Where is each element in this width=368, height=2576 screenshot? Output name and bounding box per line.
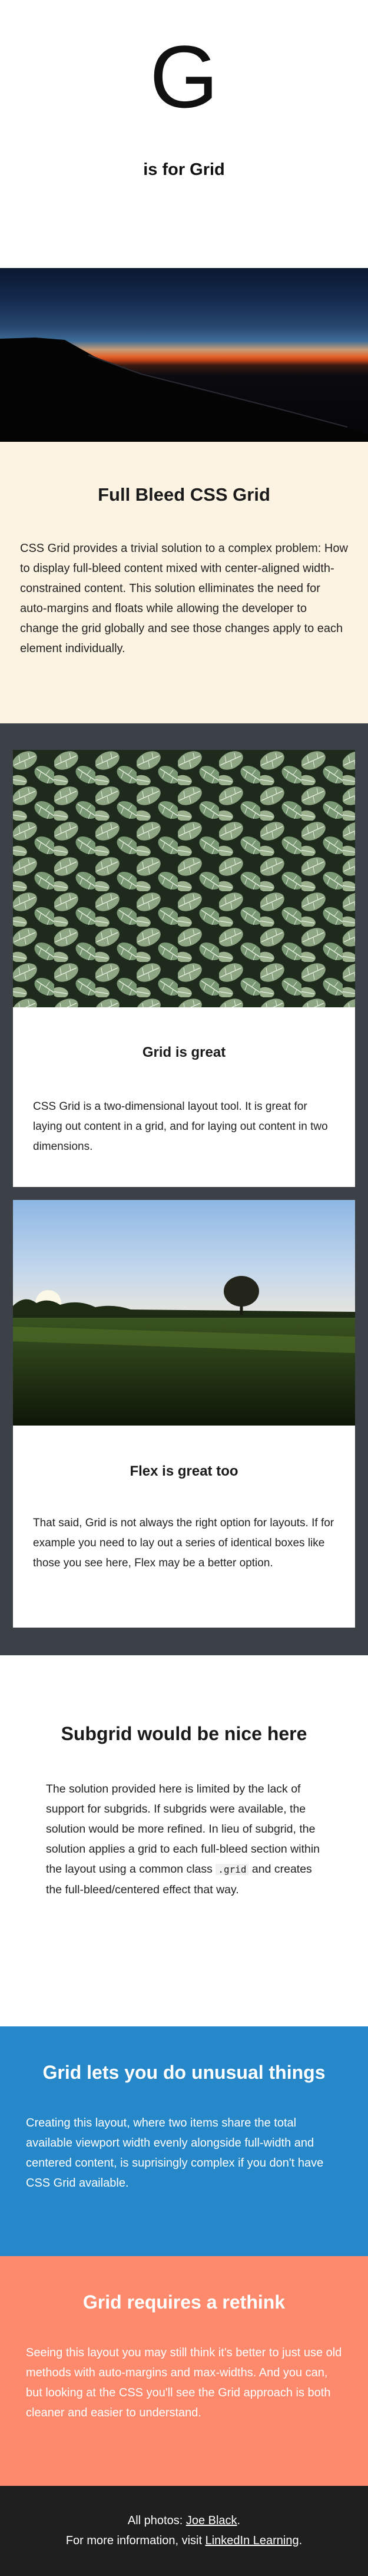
leaves-photo [13, 750, 355, 1007]
card-body: CSS Grid is a two-dimensional layout too… [33, 1100, 328, 1153]
page-footer: All photos: Joe Black. For more informat… [0, 2486, 368, 2576]
fullbleed-title: Full Bleed CSS Grid [98, 484, 270, 505]
fullbleed-body: CSS Grid provides a trivial solution to … [20, 542, 348, 655]
unusual-title: Grid lets you do unusual things [42, 2062, 326, 2083]
subgrid-section: Subgrid would be nice here The solution … [0, 1655, 368, 2026]
sky-banner-photo [0, 268, 368, 442]
unusual-body: Creating this layout, where two items sh… [26, 2117, 324, 2190]
rethink-title: Grid requires a rethink [82, 2291, 286, 2313]
card-body: That said, Grid is not always the right … [33, 1517, 334, 1569]
rethink-body: Seeing this layout you may still think i… [26, 2346, 342, 2419]
cards-section: Grid is great CSS Grid is a two-dimensio… [0, 723, 368, 1655]
unusual-section: Grid lets you do unusual things Creating… [0, 2026, 368, 2256]
card-title: Grid is great [142, 1044, 226, 1060]
hero-letter: G [150, 27, 218, 126]
more-info: For more information, visit LinkedIn Lea… [65, 2534, 303, 2547]
airplane-wing-silhouette [0, 338, 368, 442]
rethink-section: Grid requires a rethink Seeing this layo… [0, 2256, 368, 2486]
linkedin-learning-link[interactable]: LinkedIn Learning [205, 2534, 299, 2547]
fullbleed-section: Full Bleed CSS Grid CSS Grid provides a … [0, 442, 368, 723]
card-title: Flex is great too [130, 1463, 238, 1479]
joe-black-link[interactable]: Joe Black [186, 2514, 237, 2527]
grid-class-code: .grid [216, 1864, 249, 1875]
field-tree-photo [13, 1200, 355, 1426]
card-flex-is-great-too: Flex is great too That said, Grid is not… [13, 1200, 355, 1628]
card-grid-is-great: Grid is great CSS Grid is a two-dimensio… [13, 750, 355, 1187]
hero-subtitle: is for Grid [143, 160, 225, 179]
subgrid-title: Subgrid would be nice here [61, 1723, 307, 1744]
hero-header: G is for Grid [0, 0, 368, 268]
subgrid-body: The solution provided here is limited by… [46, 1783, 320, 1896]
photo-credit: All photos: Joe Black. [127, 2514, 241, 2527]
